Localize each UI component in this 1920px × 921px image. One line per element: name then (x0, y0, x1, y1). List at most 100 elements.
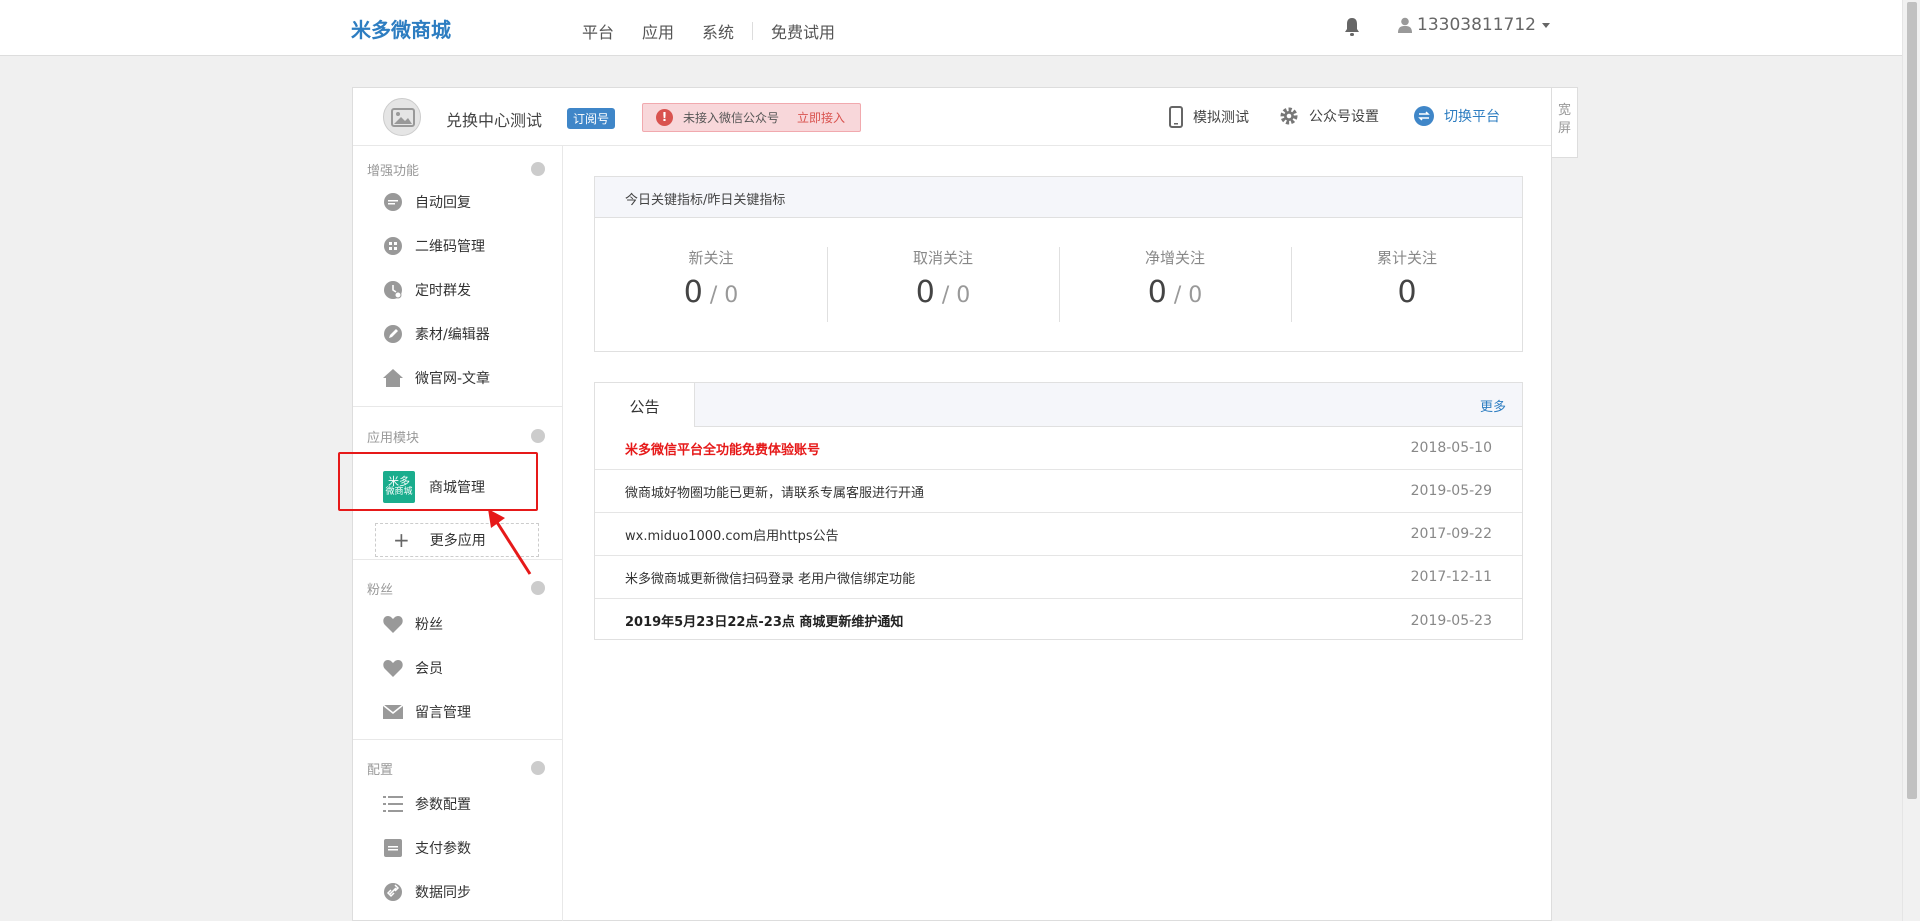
sidebar-item-members[interactable]: 会员 (383, 658, 443, 678)
metric-today: 0 (683, 275, 703, 310)
announcement-row[interactable]: 微商城好物圈功能已更新，请联系专属客服进行开通 2019-05-29 (595, 470, 1522, 513)
metric-label: 净增关注 (1144, 249, 1205, 267)
sidebar-item-label: 素材/编辑器 (415, 327, 490, 343)
chevron-down-icon (1541, 22, 1550, 28)
nav-free-trial[interactable]: 免费试用 (771, 19, 835, 43)
metric-yesterday: 0 (724, 283, 739, 308)
pencil-icon (384, 325, 402, 343)
metric-yesterday: 0 (1188, 283, 1203, 308)
announcement-title: wx.miduo1000.com启用https公告 (625, 528, 839, 544)
section-title-fans: 粉丝 (367, 583, 394, 598)
sidebar-item-label: 粉丝 (415, 617, 443, 633)
brand-logo[interactable]: 米多微商城 (351, 14, 451, 43)
collapse-icon[interactable] (531, 429, 545, 443)
chat-bubble-icon (384, 193, 402, 211)
nav-divider (752, 22, 754, 40)
metric-unfollows: 取消关注 0 / 0 (827, 247, 1059, 310)
announcement-title: 米多微商城更新微信扫码登录 老用户微信绑定功能 (625, 571, 916, 587)
section-title-app-modules: 应用模块 (367, 431, 420, 446)
sidebar-item-label: 定时群发 (415, 283, 471, 299)
announcement-date: 2019-05-29 (1410, 483, 1492, 499)
key-metrics-panel: 今日关键指标/昨日关键指标 新关注 0 / 0 取消关注 0 / 0 净增关注 … (594, 176, 1523, 352)
switch-icon (1414, 106, 1434, 126)
announcement-row[interactable]: wx.miduo1000.com启用https公告 2017-09-22 (595, 513, 1522, 556)
sidebar-item-qrcode[interactable]: 二维码管理 (383, 236, 485, 256)
announcement-date: 2019-05-23 (1410, 612, 1492, 629)
metric-label: 累计关注 (1376, 249, 1437, 267)
main-nav: 平台 应用 系统 免费试用 (582, 19, 863, 43)
section-divider (353, 739, 562, 740)
metric-yesterday: 0 (956, 283, 971, 308)
metric-today: 0 (915, 275, 935, 310)
sidebar-item-fans[interactable]: 粉丝 (383, 614, 443, 634)
user-phone: 13303811712 (1417, 15, 1536, 35)
simulate-test-button[interactable]: 模拟测试 (1169, 106, 1249, 128)
sidebar-item-payment-params[interactable]: 支付参数 (383, 838, 471, 858)
image-placeholder-icon (391, 108, 415, 127)
metric-today: 0 (1397, 275, 1417, 310)
collapse-icon[interactable] (531, 581, 545, 595)
collapse-icon[interactable] (531, 761, 545, 775)
wechat-not-connected-alert: ! 未接入微信公众号 立即接入 (642, 103, 861, 132)
user-icon (1398, 17, 1412, 33)
announcement-title: 微商城好物圈功能已更新，请联系专属客服进行开通 (625, 485, 925, 501)
tab-announcements[interactable]: 公告 (594, 382, 695, 427)
heart-icon (383, 660, 403, 677)
sidebar-item-label: 数据同步 (415, 885, 471, 901)
switch-platform-button[interactable]: 切换平台 (1414, 106, 1500, 126)
account-settings-label: 公众号设置 (1309, 109, 1379, 125)
annotation-highlight-box (338, 452, 538, 511)
heart-icon (383, 616, 403, 633)
nav-system[interactable]: 系统 (702, 19, 734, 43)
alert-icon: ! (656, 109, 673, 126)
account-avatar (383, 98, 421, 136)
collapse-icon[interactable] (531, 162, 545, 176)
announcements-header: 公告 更多 (594, 382, 1522, 427)
sidebar-item-label: 留言管理 (415, 705, 471, 721)
nav-apps[interactable]: 应用 (642, 19, 674, 43)
announcement-title: 2019年5月23日22点-23点 商城更新维护通知 (625, 615, 904, 630)
section-title-enhanced: 增强功能 (367, 164, 420, 179)
announcement-row[interactable]: 2019年5月23日22点-23点 商城更新维护通知 2019-05-23 (595, 599, 1522, 642)
wide-screen-toggle[interactable]: 宽屏 (1552, 87, 1578, 158)
user-menu[interactable]: 13303811712 (1398, 15, 1550, 35)
nav-platform[interactable]: 平台 (582, 19, 614, 43)
connect-now-link[interactable]: 立即接入 (797, 109, 845, 126)
announcement-row[interactable]: 米多微信平台全功能免费体验账号 2018-05-10 (595, 427, 1522, 470)
sidebar-item-micro-site[interactable]: 微官网-文章 (383, 368, 490, 388)
section-divider (353, 406, 562, 407)
metric-today: 0 (1147, 275, 1167, 310)
sidebar-item-params[interactable]: 参数配置 (383, 794, 471, 814)
sidebar-item-messages[interactable]: 留言管理 (383, 702, 471, 722)
metric-total-follows: 累计关注 0 (1291, 247, 1523, 310)
clock-icon (384, 281, 402, 299)
plus-icon: + (393, 528, 410, 552)
sidebar-item-auto-reply[interactable]: 自动回复 (383, 192, 471, 212)
account-header: 兑换中心测试 订阅号 ! 未接入微信公众号 立即接入 模拟测试 公众号设置 切换… (353, 88, 1551, 146)
sidebar-item-label: 二维码管理 (415, 239, 485, 255)
more-apps-label: 更多应用 (429, 533, 486, 549)
sidebar-item-scheduled-send[interactable]: 定时群发 (383, 280, 471, 300)
sidebar-item-label: 会员 (415, 661, 443, 677)
announcements-panel: 公告 更多 米多微信平台全功能免费体验账号 2018-05-10 微商城好物圈功… (594, 382, 1523, 640)
sidebar-item-label: 参数配置 (415, 797, 471, 813)
scrollbar-thumb[interactable] (1907, 2, 1917, 799)
envelope-icon (383, 704, 403, 719)
sidebar-item-material-editor[interactable]: 素材/编辑器 (383, 324, 490, 344)
metric-new-follows: 新关注 0 / 0 (595, 247, 827, 310)
metrics-header: 今日关键指标/昨日关键指标 (595, 177, 1522, 218)
sidebar-item-label: 自动回复 (415, 195, 471, 211)
sidebar-item-data-sync[interactable]: 数据同步 (383, 882, 471, 902)
announcement-row[interactable]: 米多微商城更新微信扫码登录 老用户微信绑定功能 2017-12-11 (595, 556, 1522, 599)
link-icon (384, 883, 402, 901)
bell-icon[interactable] (1343, 17, 1361, 37)
account-settings-button[interactable]: 公众号设置 (1279, 106, 1379, 126)
mobile-phone-icon (1169, 106, 1183, 128)
more-announcements-link[interactable]: 更多 (1480, 396, 1506, 415)
section-title-config: 配置 (367, 763, 394, 778)
page-scrollbar[interactable] (1902, 0, 1920, 921)
sidebar-item-label: 支付参数 (415, 841, 471, 857)
sidebar-item-label: 微官网-文章 (415, 371, 491, 387)
simulate-test-label: 模拟测试 (1193, 110, 1249, 126)
home-icon (383, 369, 403, 387)
